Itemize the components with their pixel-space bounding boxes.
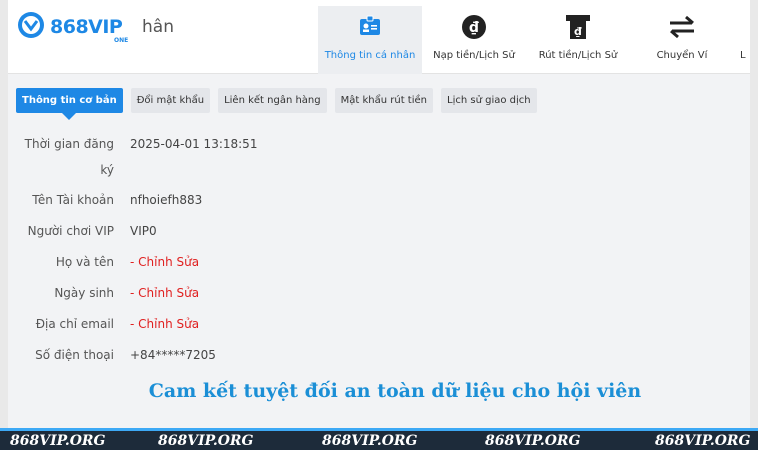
- atm-withdraw-icon: ₫: [561, 12, 595, 42]
- username-label: hân: [142, 17, 174, 37]
- row-registration-time: Thời gian đăng ký 2025-04-01 13:18:51: [10, 131, 410, 183]
- email-edit-link[interactable]: - Chỉnh Sửa: [130, 317, 199, 331]
- row-full-name: Họ và tên - Chỉnh Sửa: [10, 249, 410, 275]
- watermark-text: 868VIP.ORG: [485, 433, 581, 449]
- nav-item-withdraw[interactable]: ₫ Rút tiền/Lịch Sử: [526, 6, 630, 74]
- logo-badge-icon: [18, 12, 44, 38]
- email-label: Địa chỉ email: [35, 317, 114, 331]
- logo-text: 868VIP: [50, 16, 123, 38]
- row-phone: Số điện thoại +84*****7205: [10, 342, 410, 368]
- logo-subtext: ONE: [114, 37, 129, 44]
- account-label: Tên Tài khoản: [32, 193, 114, 207]
- top-header: 868VIP ONE hân Thông tin cá nhân ₫ Nạp t…: [8, 0, 750, 74]
- tab-change-password[interactable]: Đổi mật khẩu: [130, 88, 211, 113]
- tab-withdraw-password[interactable]: Mật khẩu rút tiền: [334, 88, 433, 113]
- nav-more-icon-slot: [740, 12, 752, 42]
- account-value: nfhoiefh883: [130, 193, 203, 207]
- registration-time-value: 2025-04-01 13:18:51: [130, 137, 258, 151]
- nav-label-transfer: Chuyển Ví: [656, 50, 708, 61]
- safety-banner-text: Cam kết tuyệt đối an toàn dữ liệu cho hộ…: [148, 380, 642, 402]
- svg-text:₫: ₫: [469, 20, 479, 36]
- nav-label-more: L: [740, 50, 746, 61]
- profile-info: Thời gian đăng ký 2025-04-01 13:18:51 Tê…: [10, 131, 410, 368]
- nav-label-deposit: Nạp tiền/Lịch Sử: [433, 50, 515, 61]
- row-birthday: Ngày sinh - Chỉnh Sửa: [10, 280, 410, 306]
- full-name-label: Họ và tên: [55, 255, 114, 269]
- phone-value: +84*****7205: [130, 348, 216, 362]
- tab-bank-link[interactable]: Liên kết ngân hàng: [218, 88, 327, 113]
- birthday-label: Ngày sinh: [54, 286, 114, 300]
- vip-label: Người chơi VIP: [27, 224, 114, 238]
- row-account: Tên Tài khoản nfhoiefh883: [10, 187, 410, 213]
- registration-time-label-line2: ký: [100, 163, 114, 177]
- transfer-arrows-icon: [665, 12, 699, 42]
- registration-time-label-line1: Thời gian đăng: [24, 137, 114, 151]
- vip-value: VIP0: [130, 224, 157, 238]
- watermark-text: 868VIP.ORG: [158, 433, 254, 449]
- dong-coin-icon: ₫: [457, 12, 491, 42]
- svg-text:₫: ₫: [574, 25, 582, 38]
- phone-label: Số điện thoại: [35, 348, 114, 362]
- watermark-text: 868VIP.ORG: [655, 433, 751, 449]
- full-name-value-wrap: - Chỉnh Sửa: [130, 249, 199, 275]
- row-vip: Người chơi VIP VIP0: [10, 218, 410, 244]
- nav-item-transfer[interactable]: Chuyển Ví: [630, 6, 734, 74]
- tab-transaction-history[interactable]: Lịch sử giao dịch: [441, 88, 537, 113]
- id-card-icon: [353, 12, 387, 42]
- full-name-edit-link[interactable]: - Chỉnh Sửa: [130, 255, 199, 269]
- row-email: Địa chỉ email - Chỉnh Sửa: [10, 311, 410, 337]
- birthday-value-wrap: - Chỉnh Sửa: [130, 280, 199, 306]
- nav-item-profile[interactable]: Thông tin cá nhân: [318, 6, 422, 74]
- nav-item-deposit[interactable]: ₫ Nạp tiền/Lịch Sử: [422, 6, 526, 74]
- registration-time-label: Thời gian đăng ký: [10, 131, 114, 183]
- nav-item-more[interactable]: L: [734, 6, 752, 74]
- site-logo[interactable]: 868VIP ONE: [16, 10, 136, 44]
- watermark-text: 868VIP.ORG: [10, 433, 106, 449]
- nav-label-profile: Thông tin cá nhân: [324, 50, 416, 61]
- tab-basic-info[interactable]: Thông tin cơ bản: [16, 88, 123, 120]
- email-value-wrap: - Chỉnh Sửa: [130, 311, 199, 337]
- watermark-text: 868VIP.ORG: [322, 433, 418, 449]
- top-nav: Thông tin cá nhân ₫ Nạp tiền/Lịch Sử ₫ R…: [318, 6, 752, 74]
- profile-tabs: Thông tin cơ bản Đổi mật khẩu Liên kết n…: [16, 88, 537, 120]
- watermark-strip: 868VIP.ORG 868VIP.ORG 868VIP.ORG 868VIP.…: [0, 428, 758, 450]
- birthday-edit-link[interactable]: - Chỉnh Sửa: [130, 286, 199, 300]
- nav-label-withdraw: Rút tiền/Lịch Sử: [538, 50, 618, 61]
